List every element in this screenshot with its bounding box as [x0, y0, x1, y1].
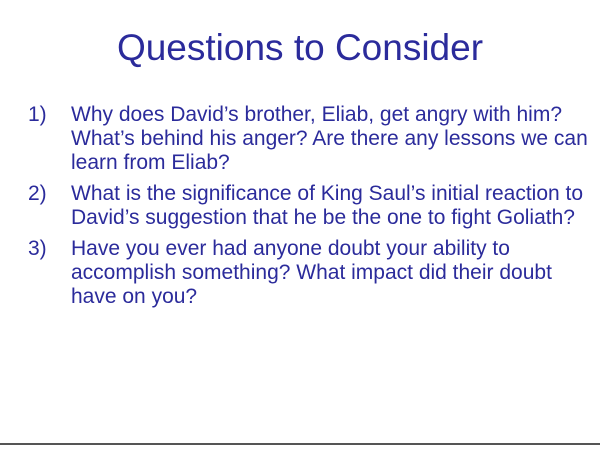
question-number: 3): [28, 237, 47, 260]
list-item: 2) What is the significance of King Saul…: [28, 182, 600, 230]
slide-title: Questions to Consider: [116, 27, 484, 68]
bottom-divider: [0, 443, 600, 445]
slide: Questions to Consider 1) Why does David’…: [0, 0, 600, 450]
question-number: 1): [28, 103, 47, 126]
list-item: 3) Have you ever had anyone doubt your a…: [28, 237, 600, 309]
question-list: 1) Why does David’s brother, Eliab, get …: [28, 103, 600, 316]
question-text: Have you ever had anyone doubt your abil…: [71, 237, 552, 308]
list-item: 1) Why does David’s brother, Eliab, get …: [28, 103, 600, 175]
question-number: 2): [28, 182, 47, 205]
question-text: What is the significance of King Saul’s …: [71, 182, 584, 229]
question-text: Why does David’s brother, Eliab, get ang…: [71, 103, 588, 174]
